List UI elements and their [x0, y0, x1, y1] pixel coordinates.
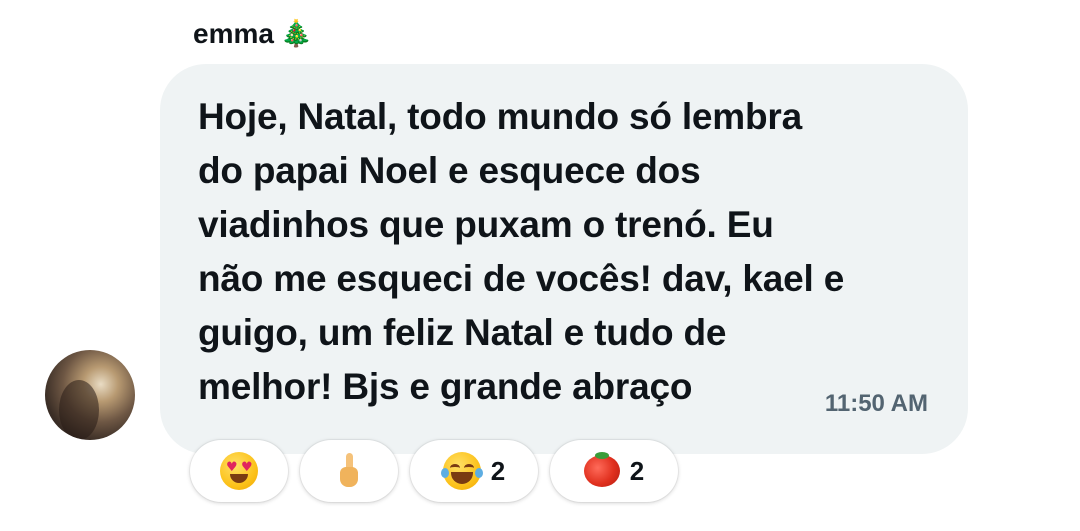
sender-name: emma — [193, 18, 274, 49]
message-line: guigo, um feliz Natal e tudo de — [198, 312, 727, 353]
avatar-shade — [59, 380, 99, 440]
message-bubble[interactable]: Hoje, Natal, todo mundo só lembra do pap… — [160, 64, 968, 454]
reaction-middle-finger[interactable] — [300, 440, 398, 502]
tomato-icon — [583, 452, 620, 487]
reaction-tomato[interactable]: 2 — [550, 440, 678, 502]
message-line: Hoje, Natal, todo mundo só lembra — [198, 96, 802, 137]
reaction-count: 2 — [490, 455, 506, 486]
reaction-count: 2 — [629, 455, 645, 486]
message-line: melhor! Bjs e grande abraço — [198, 366, 693, 407]
reaction-tears-of-joy[interactable]: 2 — [410, 440, 538, 502]
message-line: viadinhos que puxam o trenó. Eu — [198, 204, 774, 245]
message-text: Hoje, Natal, todo mundo só lembra do pap… — [198, 90, 918, 414]
avatar[interactable] — [45, 350, 135, 440]
message-line: não me esqueci de vocês! dav, kael e — [198, 258, 845, 299]
sender-header: emma 🎄 — [193, 18, 312, 50]
dm-message-view: emma 🎄 Hoje, Natal, todo mundo só lembra… — [0, 0, 1080, 531]
message-line: do papai Noel e esquece dos — [198, 150, 701, 191]
christmas-tree-icon: 🎄 — [279, 19, 313, 49]
heart-eyes-face-icon: ♥ ♥ — [220, 452, 258, 490]
reactions-bar: ♥ ♥ 2 2 — [190, 440, 678, 502]
message-timestamp: 11:50 AM — [824, 390, 928, 417]
middle-finger-icon — [340, 453, 358, 489]
tears-of-joy-face-icon — [440, 452, 483, 490]
reaction-heart-eyes[interactable]: ♥ ♥ — [190, 440, 288, 502]
